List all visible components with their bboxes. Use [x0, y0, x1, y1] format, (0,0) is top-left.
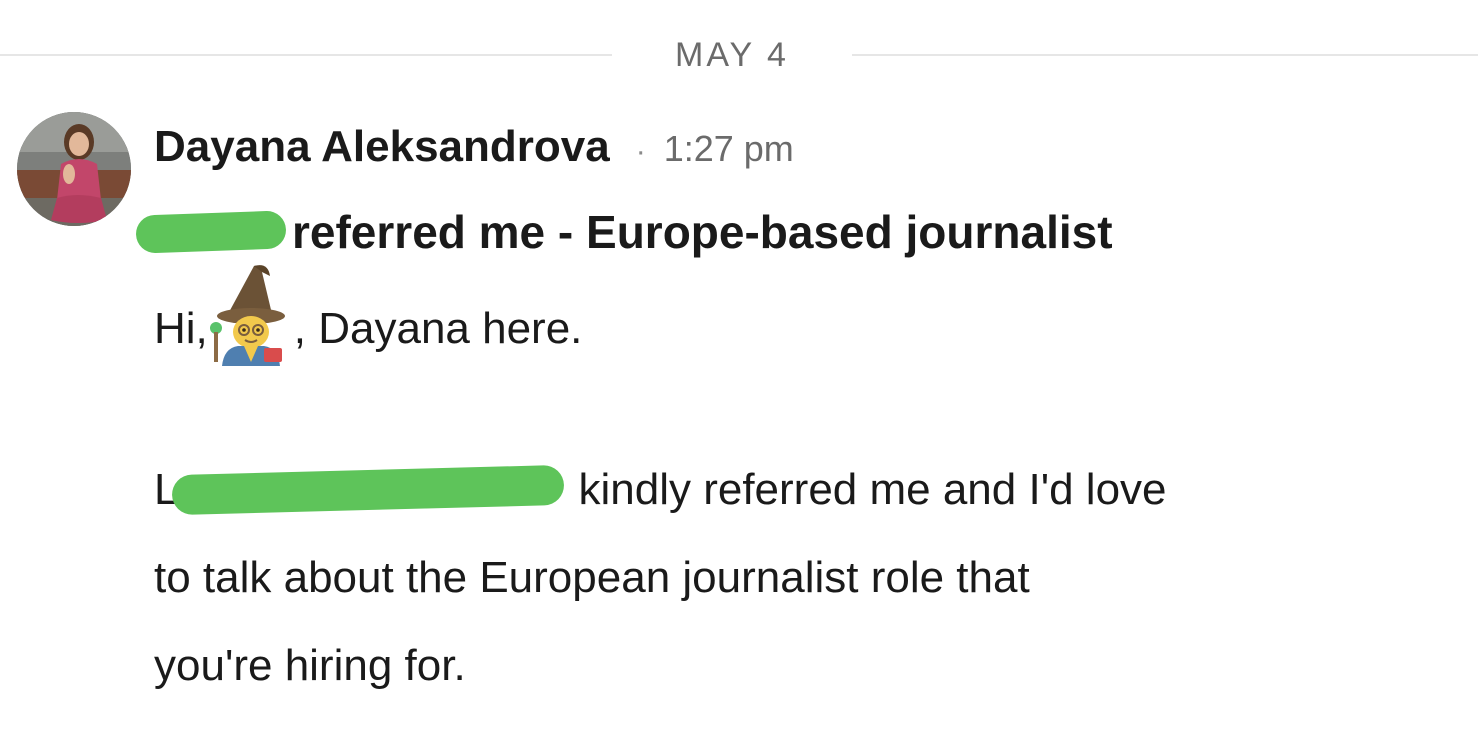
greeting-suffix: , Dayana here. — [293, 304, 583, 353]
body-line: L kindly referred me and I'd love — [154, 460, 1167, 520]
body-text: kindly referred me and I'd love — [578, 465, 1167, 514]
message-subject: referred me - Europe-based journalist — [135, 200, 1113, 264]
sender-name[interactable]: Dayana Aleksandrova — [154, 122, 610, 172]
date-divider: MAY 4 — [0, 30, 1478, 80]
mage-emoji-icon — [208, 262, 294, 366]
body-line: you're hiring for. — [154, 641, 466, 690]
divider-line-right — [852, 54, 1478, 56]
subject-text: referred me - Europe-based journalist — [292, 206, 1113, 258]
greeting-line: Hi, , Dayana here. — [154, 265, 583, 366]
message-header: Dayana Aleksandrova · 1:27 pm — [154, 122, 794, 182]
header-separator: · — [635, 135, 646, 168]
divider-line-left — [0, 54, 612, 56]
sender-avatar[interactable] — [17, 112, 131, 226]
redaction-mark — [172, 464, 565, 516]
greeting-prefix: Hi, — [154, 304, 208, 353]
body-line: to talk about the European journalist ro… — [154, 553, 1030, 602]
redaction-mark — [135, 210, 287, 254]
message-time: 1:27 pm — [663, 128, 794, 169]
date-label: MAY 4 — [675, 36, 789, 74]
avatar-photo-icon — [17, 112, 131, 226]
